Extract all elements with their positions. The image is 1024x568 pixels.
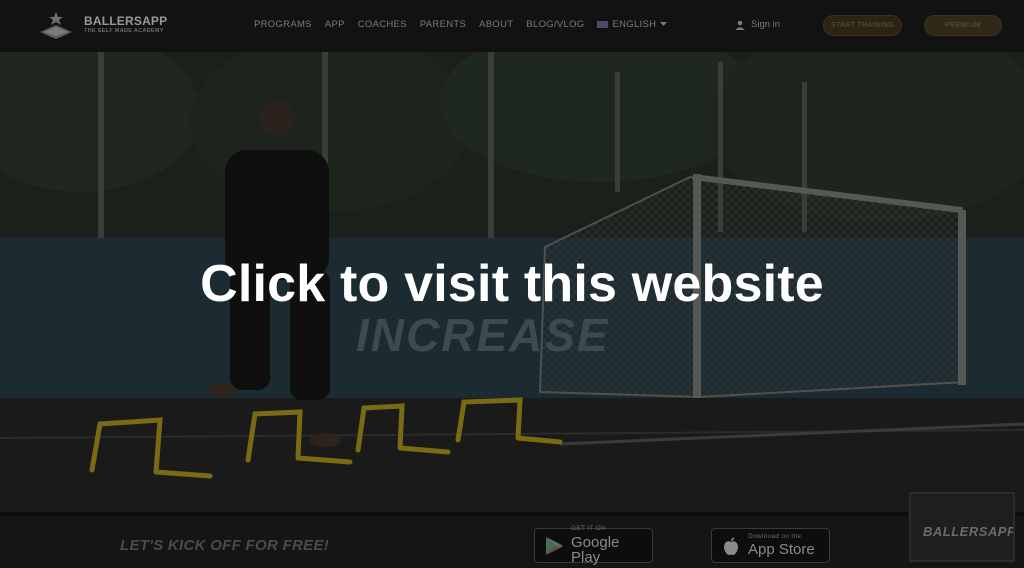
google-play-icon: [543, 535, 565, 557]
visit-website-overlay[interactable]: Click to visit this website: [0, 254, 1024, 314]
start-training-button[interactable]: START TRAINING: [823, 15, 902, 36]
signin-label: Sign in: [751, 19, 781, 30]
google-play-small: GET IT ON: [571, 525, 606, 533]
nav-parents[interactable]: PARENTS: [420, 19, 466, 30]
signin-link[interactable]: Sign in: [735, 19, 780, 30]
navbar: BALLERSAPP THE SELF MADE ACADEMY PROGRAM…: [0, 0, 1024, 52]
thumbnail-logo-text: BALLERSAPP: [923, 524, 1015, 539]
app-store-small: Download on the: [748, 532, 802, 540]
flag-icon: [597, 21, 609, 28]
kickoff-text: LET'S KICK OFF FOR FREE!: [120, 537, 330, 554]
page: BALLERSAPP THE SELF MADE ACADEMY PROGRAM…: [0, 0, 1024, 568]
google-play-button[interactable]: GET IT ON Google Play: [534, 525, 653, 566]
user-icon: [735, 20, 745, 30]
language-selector[interactable]: ENGLISH: [597, 19, 668, 30]
banner-word: INCREASE: [356, 309, 610, 361]
app-store-button[interactable]: Download on the App Store: [711, 528, 830, 563]
nav-programs[interactable]: PROGRAMS: [254, 19, 312, 30]
nav-coaches[interactable]: COACHES: [358, 19, 407, 30]
logo-name: BALLERSAPP: [84, 14, 168, 29]
apple-icon: [720, 535, 742, 557]
nav-links: PROGRAMS APP COACHES PARENTS ABOUT BLOG/…: [254, 19, 668, 30]
logo-tagline: THE SELF MADE ACADEMY: [84, 28, 164, 35]
app-store-label: App Store: [748, 541, 815, 559]
nav-app[interactable]: APP: [325, 19, 345, 30]
language-label: ENGLISH: [612, 19, 657, 30]
video-thumbnail[interactable]: BALLERSAPP: [909, 492, 1015, 562]
chevron-down-icon: [660, 22, 668, 26]
nav-about[interactable]: ABOUT: [479, 19, 513, 30]
google-play-label: Google Play: [571, 533, 620, 566]
ballersapp-logo-icon: [36, 10, 76, 40]
premium-button[interactable]: PREMIUM: [924, 15, 1002, 36]
footer-bar: LET'S KICK OFF FOR FREE! GET IT ON Googl…: [0, 492, 1024, 568]
nav-blog-vlog[interactable]: BLOG/VLOG: [526, 19, 584, 30]
logo[interactable]: BALLERSAPP THE SELF MADE ACADEMY: [36, 10, 167, 40]
